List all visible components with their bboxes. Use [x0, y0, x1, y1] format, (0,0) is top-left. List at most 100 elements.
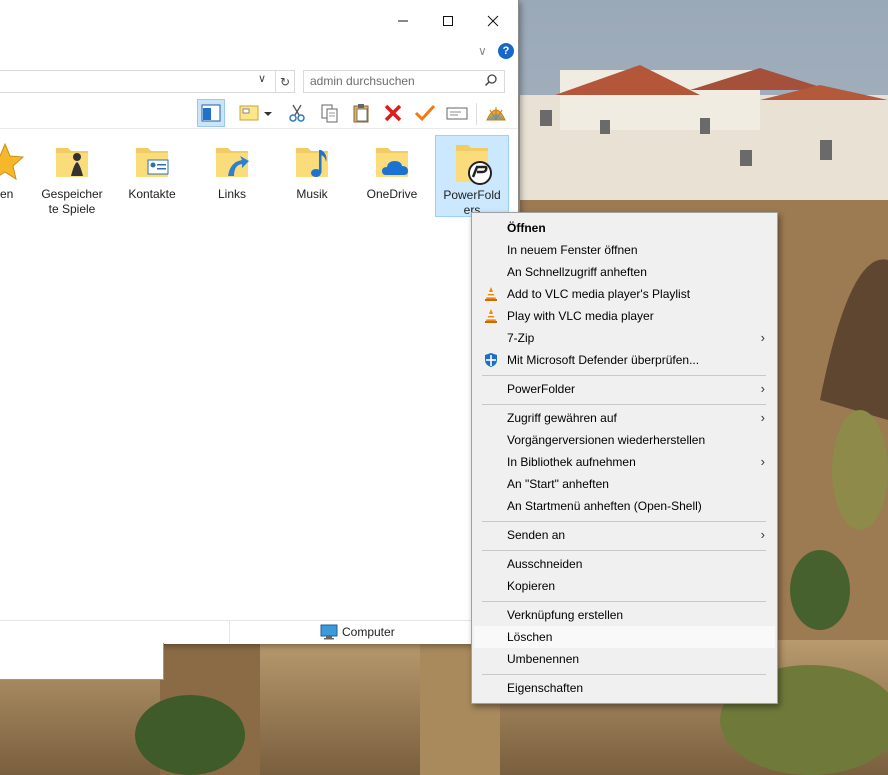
delete-button[interactable]	[379, 99, 407, 127]
menu-item-defender-scan[interactable]: Mit Microsoft Defender überprüfen...	[474, 349, 775, 371]
menu-item-delete[interactable]: Löschen	[474, 626, 775, 648]
menu-item-pin-quick-access[interactable]: An Schnellzugriff anheften	[474, 261, 775, 283]
menu-separator	[482, 404, 766, 405]
menu-item-label: Play with VLC media player	[507, 309, 654, 323]
shell-icon	[486, 107, 506, 121]
contacts-folder-icon	[136, 148, 169, 177]
menu-item-send-to[interactable]: Senden an ›	[474, 524, 775, 546]
folder-item-label: Musik	[296, 187, 328, 201]
vlc-cone-icon	[485, 287, 497, 301]
paste-icon	[353, 104, 369, 123]
close-button[interactable]	[470, 0, 516, 42]
menu-item-7zip[interactable]: 7-Zip ›	[474, 327, 775, 349]
rename-button[interactable]	[443, 99, 471, 127]
menu-item-label: Zugriff gewähren auf	[507, 411, 617, 425]
menu-item-create-shortcut[interactable]: Verknüpfung erstellen	[474, 604, 775, 626]
folder-item-gespeicherte-spiele[interactable]: Gespeicher te Spiele	[37, 135, 107, 217]
delete-icon	[384, 104, 402, 122]
rename-icon	[446, 107, 468, 120]
folder-item-musik[interactable]: Musik	[277, 135, 347, 217]
folder-item-label: Gespeicher te Spiele	[41, 187, 103, 216]
view-options-icon	[239, 105, 272, 121]
folder-item-kontakte[interactable]: Kontakte	[117, 135, 187, 217]
menu-item-label: An Schnellzugriff anheften	[507, 265, 647, 279]
help-icon[interactable]: ?	[498, 43, 514, 59]
menu-item-label: 7-Zip	[507, 331, 535, 345]
shell-button[interactable]	[482, 99, 510, 127]
search-placeholder: admin durchsuchen	[310, 74, 415, 88]
folder-item-favoriten[interactable]: ten	[0, 135, 40, 217]
menu-item-label: Löschen	[507, 630, 553, 644]
menu-item-pin-startmenu[interactable]: An Startmenü anheften (Open-Shell)	[474, 495, 775, 517]
menu-item-label: An Startmenü anheften (Open-Shell)	[507, 499, 702, 513]
powerfolder-folder-icon	[456, 145, 492, 185]
ribbon-expand-chevron-icon[interactable]: ∨	[478, 44, 487, 58]
preview-pane-button[interactable]	[197, 99, 225, 127]
menu-separator	[482, 601, 766, 602]
menu-item-rename[interactable]: Umbenennen	[474, 648, 775, 670]
status-location-label: Computer	[342, 625, 395, 639]
cut-button[interactable]	[283, 99, 311, 127]
background-window[interactable]	[0, 643, 164, 680]
menu-item-properties[interactable]: Eigenschaften	[474, 677, 775, 699]
menu-item-label: Mit Microsoft Defender überprüfen...	[507, 353, 700, 367]
folder-item-label: Kontakte	[128, 187, 176, 201]
vlc-cone-icon	[485, 309, 497, 323]
menu-item-open[interactable]: Öffnen	[474, 217, 775, 239]
menu-item-vlc-play[interactable]: Play with VLC media player	[474, 305, 775, 327]
music-folder-icon	[296, 148, 328, 177]
menu-item-pin-start[interactable]: An "Start" anheften	[474, 473, 775, 495]
computer-icon	[320, 624, 338, 640]
menu-separator	[482, 521, 766, 522]
context-menu: Öffnen In neuem Fenster öffnen An Schnel…	[471, 212, 778, 704]
folder-item-onedrive[interactable]: OneDrive	[357, 135, 427, 217]
favorites-star-icon	[0, 142, 25, 181]
minimize-icon	[398, 20, 408, 22]
submenu-chevron-icon: ›	[760, 454, 765, 469]
address-bar[interactable]	[0, 70, 276, 93]
submenu-chevron-icon: ›	[760, 527, 765, 542]
menu-item-label: Öffnen	[507, 221, 546, 235]
menu-item-label: Senden an	[507, 528, 566, 542]
menu-separator	[482, 674, 766, 675]
cut-icon	[289, 104, 305, 122]
properties-button[interactable]	[411, 99, 439, 127]
menu-item-label: Kopieren	[507, 579, 556, 593]
search-input[interactable]: admin durchsuchen	[303, 70, 505, 93]
view-options-button[interactable]	[236, 99, 274, 127]
menu-item-open-new-window[interactable]: In neuem Fenster öffnen	[474, 239, 775, 261]
paste-button[interactable]	[347, 99, 375, 127]
submenu-chevron-icon: ›	[760, 381, 765, 396]
menu-item-label: Ausschneiden	[507, 557, 583, 571]
folder-item-label: Links	[217, 187, 246, 201]
onedrive-folder-icon	[376, 148, 408, 177]
menu-item-cut[interactable]: Ausschneiden	[474, 553, 775, 575]
refresh-icon: ↻	[279, 74, 291, 89]
menu-item-powerfolder[interactable]: PowerFolder ›	[474, 378, 775, 400]
menu-item-label: In neuem Fenster öffnen	[507, 243, 638, 257]
defender-shield-icon	[485, 353, 497, 367]
status-bar	[0, 620, 518, 644]
menu-item-copy[interactable]: Kopieren	[474, 575, 775, 597]
search-icon[interactable]	[484, 73, 498, 87]
menu-item-restore-versions[interactable]: Vorgängerversionen wiederherstellen	[474, 429, 775, 451]
copy-button[interactable]	[315, 99, 343, 127]
maximize-button[interactable]	[425, 0, 471, 42]
file-explorer-window: ∨ ? ∨ ↻ admin durchsuchen en Gespeicher …	[0, 0, 519, 644]
refresh-button[interactable]: ↻	[275, 70, 295, 93]
maximize-icon	[443, 16, 453, 26]
menu-item-grant-access[interactable]: Zugriff gewähren auf ›	[474, 407, 775, 429]
menu-item-label: Eigenschaften	[507, 681, 584, 695]
menu-separator	[482, 375, 766, 376]
folder-item-powerfolders[interactable]: PowerFold ers	[435, 135, 509, 217]
address-history-chevron-icon[interactable]: ∨	[258, 72, 266, 85]
folder-item-links[interactable]: Links	[197, 135, 267, 217]
menu-item-include-library[interactable]: In Bibliothek aufnehmen ›	[474, 451, 775, 473]
menu-item-label: Vorgängerversionen wiederherstellen	[507, 433, 706, 447]
status-divider	[229, 620, 230, 643]
toolbar-divider	[476, 103, 477, 125]
folder-item-label: ten	[0, 187, 14, 201]
menu-item-vlc-playlist[interactable]: Add to VLC media player's Playlist	[474, 283, 775, 305]
minimize-button[interactable]	[380, 0, 426, 42]
menu-item-label: Add to VLC media player's Playlist	[507, 287, 691, 301]
